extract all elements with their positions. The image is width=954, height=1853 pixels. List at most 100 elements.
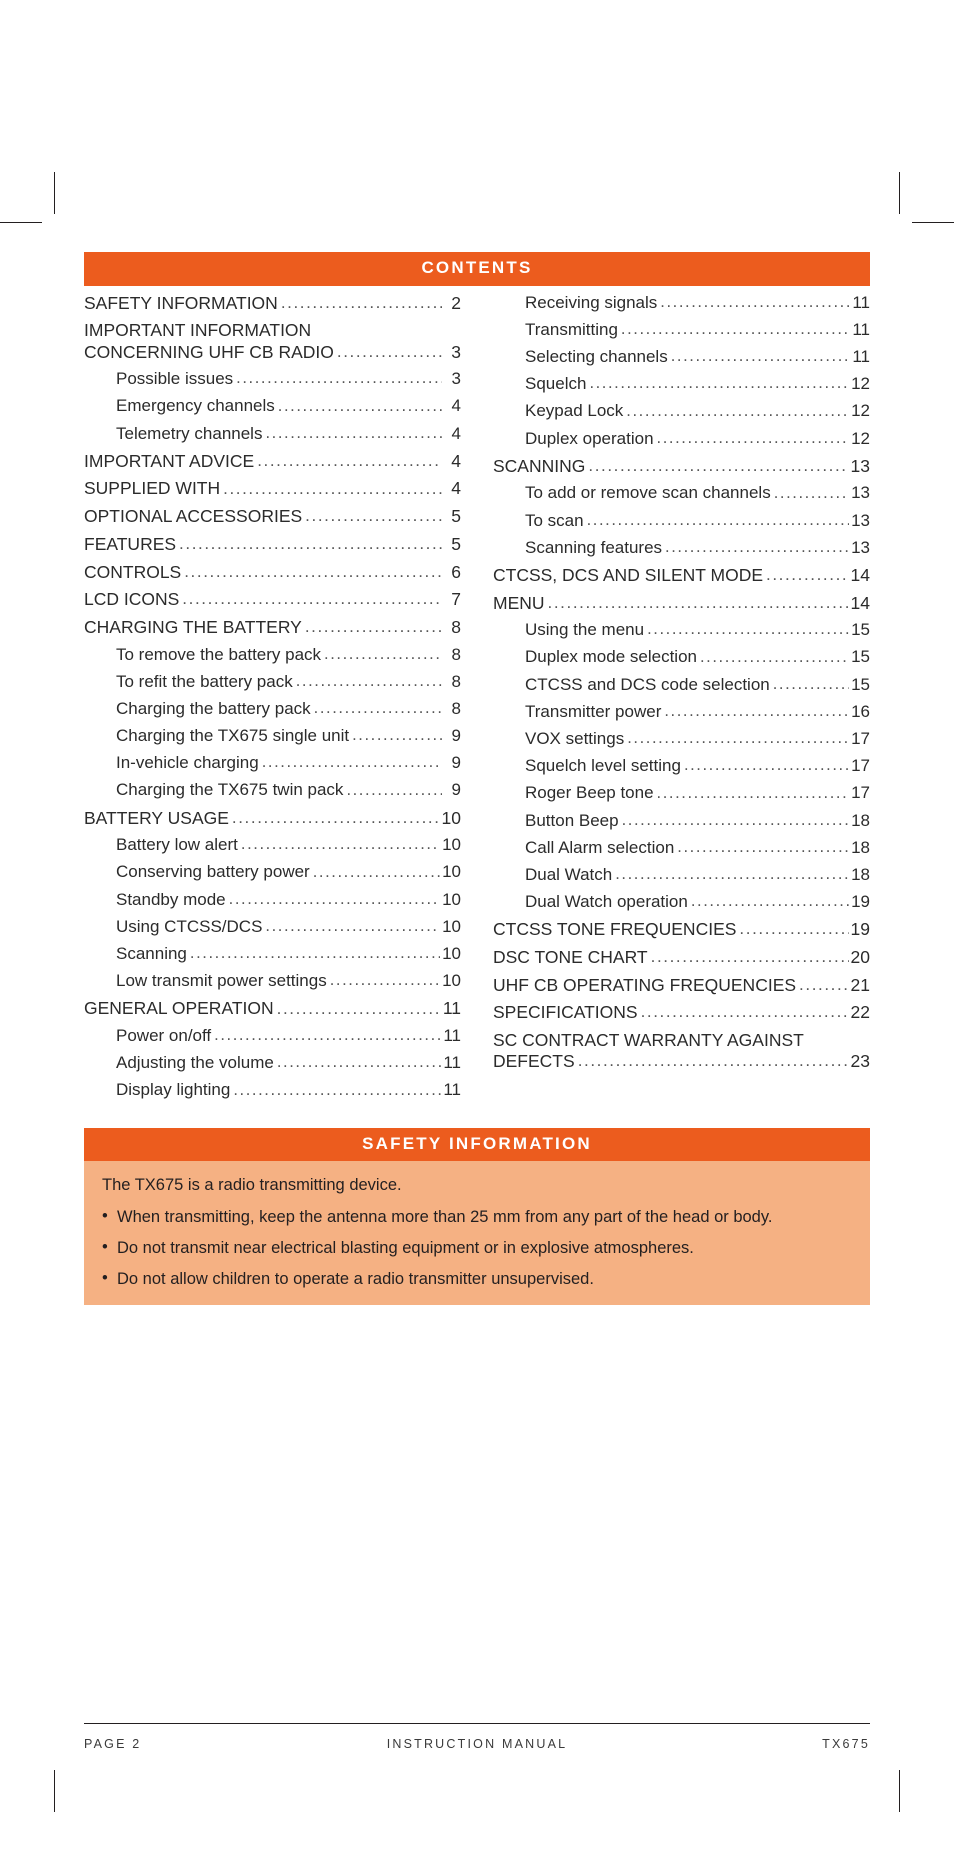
- toc-entry[interactable]: Using the menu..........................…: [493, 621, 870, 639]
- toc-entry[interactable]: CTCSS and DCS code selection............…: [493, 674, 870, 694]
- toc-entry[interactable]: To add or remove scan channels..........…: [493, 484, 870, 502]
- toc-entry[interactable]: CONTROLS................................…: [84, 562, 461, 580]
- toc-entry[interactable]: Transmitting............................…: [493, 321, 870, 339]
- toc-leader-dots: ........................................…: [650, 948, 849, 966]
- toc-entry[interactable]: Squelch level setting...................…: [493, 757, 870, 775]
- toc-entry[interactable]: Standby mode............................…: [84, 889, 461, 909]
- safety-bullet-item: Do not transmit near electrical blasting…: [102, 1237, 852, 1260]
- toc-leader-dots: ........................................…: [799, 975, 849, 993]
- safety-bullet-list: When transmitting, keep the antenna more…: [102, 1206, 852, 1290]
- toc-leader-dots: ........................................…: [589, 375, 850, 392]
- toc-page-number: 13: [851, 483, 870, 503]
- toc-entry[interactable]: To refit the battery pack...............…: [84, 673, 461, 691]
- toc-entry[interactable]: FEATURES................................…: [84, 535, 461, 553]
- toc-entry[interactable]: Selecting channels......................…: [493, 348, 870, 366]
- toc-entry-label: Display lighting: [116, 1080, 231, 1100]
- toc-leader-dots: ........................................…: [640, 1003, 849, 1021]
- toc-entry[interactable]: Emergency channels......................…: [84, 397, 461, 415]
- toc-entry[interactable]: BATTERY USAGE...........................…: [84, 808, 461, 826]
- toc-leader-dots: ........................................…: [773, 484, 849, 502]
- toc-entry-label: Standby mode: [116, 889, 226, 909]
- toc-entry-label: Low transmit power settings: [116, 971, 327, 991]
- toc-entry[interactable]: Dual Watch..............................…: [493, 866, 870, 884]
- toc-entry[interactable]: Roger Beep tone.........................…: [493, 784, 870, 802]
- toc-entry[interactable]: GENERAL OPERATION.......................…: [84, 999, 461, 1017]
- toc-entry[interactable]: VOX settings............................…: [493, 730, 870, 748]
- toc-page-number: 4: [451, 450, 461, 471]
- crop-mark-top-left-horizontal: [0, 222, 42, 223]
- toc-page-number: 11: [852, 319, 870, 339]
- toc-entry[interactable]: UHF CB OPERATING FREQUENCIES............…: [493, 975, 870, 993]
- toc-entry[interactable]: In-vehicle charging.....................…: [84, 754, 461, 772]
- footer-title: INSTRUCTION MANUAL: [386, 1737, 568, 1751]
- toc-entry[interactable]: SC CONTRACT WARRANTY AGAINST DEFECTS.....…: [493, 1029, 870, 1071]
- toc-entry-label: Power on/off: [116, 1026, 212, 1046]
- toc-entry[interactable]: Duplex mode selection...................…: [493, 648, 870, 666]
- toc-entry-label: SAFETY INFORMATION: [84, 292, 278, 313]
- toc-entry[interactable]: Possible issues.........................…: [84, 370, 461, 388]
- toc-entry[interactable]: Keypad Lock.............................…: [493, 402, 870, 420]
- toc-entry[interactable]: Receiving signals.......................…: [493, 294, 870, 312]
- toc-entry[interactable]: Display lighting........................…: [84, 1081, 461, 1099]
- safety-information-body: The TX675 is a radio transmitting device…: [84, 1161, 870, 1306]
- toc-entry[interactable]: SCANNING................................…: [493, 457, 870, 475]
- toc-entry[interactable]: CTCSS, DCS AND SILENT MODE..............…: [493, 566, 870, 584]
- toc-page-number: 10: [442, 835, 461, 855]
- toc-entry[interactable]: Conserving battery power................…: [84, 863, 461, 881]
- toc-entry[interactable]: IMPORTANT ADVICE........................…: [84, 452, 461, 470]
- toc-entry[interactable]: Duplex operation........................…: [493, 428, 870, 448]
- toc-entry[interactable]: LCD ICONS ..............................…: [84, 590, 461, 608]
- toc-entry-label: Telemetry channels: [116, 423, 263, 443]
- toc-entry[interactable]: Transmitter power.......................…: [493, 703, 870, 721]
- toc-entry[interactable]: CHARGING THE BATTERY....................…: [84, 618, 461, 636]
- toc-entry-label: SC CONTRACT WARRANTY AGAINST: [493, 1029, 804, 1050]
- toc-entry-label: Possible issues: [116, 369, 234, 389]
- toc-entry[interactable]: SAFETY INFORMATION......................…: [84, 292, 461, 313]
- toc-entry-label: Squelch level setting: [525, 756, 681, 776]
- toc-page-number: 7: [451, 589, 461, 610]
- toc-entry-label: Duplex operation: [525, 428, 654, 448]
- toc-entry[interactable]: CTCSS TONE FREQUENCIES..................…: [493, 920, 870, 938]
- toc-page-number: 14: [850, 592, 870, 613]
- toc-entry[interactable]: Adjusting the volume....................…: [84, 1054, 461, 1072]
- toc-entry[interactable]: SUPPLIED WITH...........................…: [84, 479, 461, 497]
- toc-entry[interactable]: Scanning................................…: [84, 945, 461, 963]
- toc-page-number: 4: [451, 396, 461, 416]
- toc-entry[interactable]: To scan.................................…: [493, 511, 870, 530]
- contents-heading: CONTENTS: [84, 252, 870, 286]
- toc-page-number: 3: [451, 341, 461, 362]
- toc-entry[interactable]: MENU....................................…: [493, 592, 870, 613]
- toc-entry[interactable]: Call Alarm selection....................…: [493, 838, 870, 857]
- toc-entry-label: DSC TONE CHART: [493, 946, 648, 967]
- toc-leader-dots: ........................................…: [184, 562, 442, 580]
- toc-entry[interactable]: Telemetry channels......................…: [84, 423, 461, 443]
- toc-leader-dots: ........................................…: [588, 456, 849, 474]
- toc-entry[interactable]: Button Beep.............................…: [493, 811, 870, 830]
- toc-entry[interactable]: Charging the TX675 twin pack............…: [84, 781, 461, 799]
- toc-entry[interactable]: Battery low alert.......................…: [84, 836, 461, 854]
- toc-entry[interactable]: IMPORTANT INFORMATION CONCERNING UHF CB R…: [84, 320, 461, 362]
- toc-entry[interactable]: Charging the TX675 single unit..........…: [84, 727, 461, 745]
- toc-entry[interactable]: Power on/off............................…: [84, 1027, 461, 1045]
- toc-entry[interactable]: To remove the battery pack..............…: [84, 644, 461, 664]
- toc-entry-label: To remove the battery pack: [116, 644, 322, 664]
- toc-leader-dots: ........................................…: [214, 1027, 441, 1044]
- toc-entry[interactable]: Charging the battery pack...............…: [84, 700, 461, 718]
- toc-page-number: 2: [451, 292, 461, 313]
- toc-entry-label: Keypad Lock: [525, 401, 624, 421]
- toc-entry[interactable]: SPECIFICATIONS .........................…: [493, 1003, 870, 1021]
- toc-leader-dots: ........................................…: [621, 811, 850, 829]
- toc-entry[interactable]: Squelch.................................…: [493, 375, 870, 393]
- toc-entry[interactable]: Low transmit power settings.............…: [84, 972, 461, 990]
- toc-entry[interactable]: Dual Watch operation....................…: [493, 893, 870, 911]
- crop-mark-bottom-right-vertical: [899, 1770, 900, 1812]
- toc-entry[interactable]: Using CTCSS/DCS.........................…: [84, 918, 461, 936]
- toc-page-number: 10: [442, 943, 461, 963]
- toc-page-number: 17: [851, 756, 870, 776]
- toc-page-number: 15: [851, 674, 870, 694]
- toc-entry[interactable]: Scanning features.......................…: [493, 539, 870, 557]
- toc-entry-label: IMPORTANT INFORMATION: [84, 320, 312, 341]
- toc-entry[interactable]: OPTIONAL ACCESSORIES....................…: [84, 507, 461, 525]
- toc-entry[interactable]: DSC TONE CHART..........................…: [493, 948, 870, 966]
- toc-page-number: 11: [443, 1080, 461, 1100]
